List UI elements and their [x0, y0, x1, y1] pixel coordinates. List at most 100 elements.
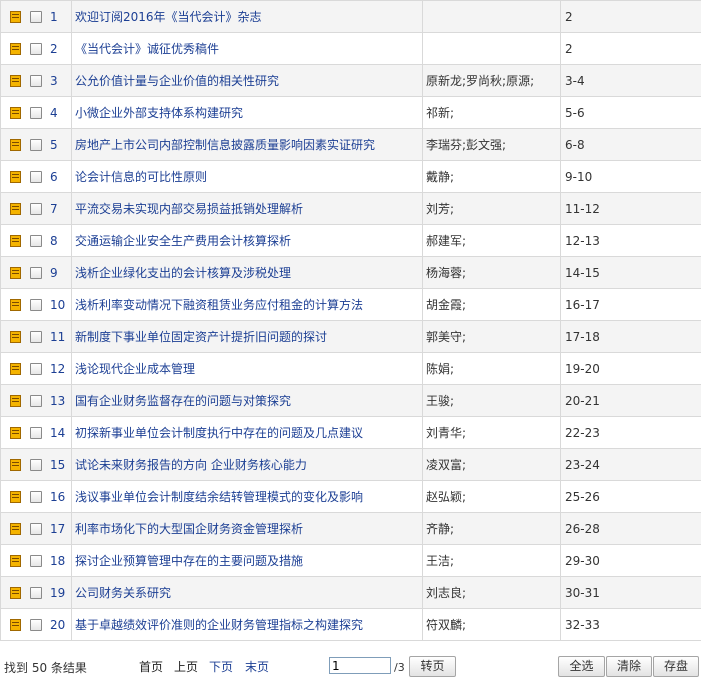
- article-title-link[interactable]: 利率市场化下的大型国企财务资金管理探析: [75, 522, 303, 536]
- go-to-page-button[interactable]: 转页: [409, 656, 456, 677]
- article-title-link[interactable]: 试论未来财务报告的方向 企业财务核心能力: [75, 458, 307, 472]
- row-select-cell: 6: [0, 160, 72, 193]
- row-select-group: 12: [2, 354, 71, 384]
- row-select-cell: 7: [0, 192, 72, 225]
- document-icon[interactable]: [10, 394, 21, 407]
- article-title-link[interactable]: 交通运输企业安全生产费用会计核算探析: [75, 234, 291, 248]
- row-checkbox[interactable]: [30, 106, 42, 119]
- row-select-group: 1: [2, 2, 71, 32]
- row-checkbox[interactable]: [30, 618, 42, 631]
- document-icon[interactable]: [10, 362, 21, 375]
- article-title-link[interactable]: 公司财务关系研究: [75, 586, 171, 600]
- row-checkbox[interactable]: [30, 586, 42, 599]
- next-page-link[interactable]: 下页: [209, 658, 233, 675]
- document-icon[interactable]: [10, 458, 21, 471]
- row-select-group: 13: [2, 386, 71, 416]
- table-row: 6 论会计信息的可比性原则 戴静; 9-10: [0, 160, 701, 193]
- row-checkbox[interactable]: [30, 170, 42, 183]
- article-title-link[interactable]: 公允价值计量与企业价值的相关性研究: [75, 74, 279, 88]
- table-row: 12 浅论现代企业成本管理 陈娟; 19-20: [0, 352, 701, 385]
- row-checkbox[interactable]: [30, 10, 42, 23]
- article-title-link[interactable]: 小微企业外部支持体系构建研究: [75, 106, 243, 120]
- row-checkbox[interactable]: [30, 362, 42, 375]
- select-all-button[interactable]: 全选: [558, 656, 605, 677]
- save-button[interactable]: 存盘: [653, 656, 699, 677]
- first-page-link[interactable]: 首页: [139, 658, 163, 675]
- page-number-input[interactable]: [329, 657, 391, 674]
- last-page-link[interactable]: 末页: [245, 658, 269, 675]
- document-icon[interactable]: [10, 234, 21, 247]
- author-cell: 刘芳;: [422, 192, 561, 225]
- document-icon[interactable]: [10, 298, 21, 311]
- author-cell: 陈娟;: [422, 352, 561, 385]
- row-checkbox[interactable]: [30, 266, 42, 279]
- row-checkbox[interactable]: [30, 458, 42, 471]
- row-checkbox[interactable]: [30, 426, 42, 439]
- row-checkbox[interactable]: [30, 394, 42, 407]
- clear-button[interactable]: 清除: [606, 656, 652, 677]
- row-number: 12: [50, 361, 66, 376]
- article-title-link[interactable]: 房地产上市公司内部控制信息披露质量影响因素实证研究: [75, 138, 375, 152]
- document-icon[interactable]: [10, 586, 21, 599]
- document-icon[interactable]: [10, 426, 21, 439]
- row-checkbox[interactable]: [30, 490, 42, 503]
- table-row: 11 新制度下事业单位固定资产计提折旧问题的探讨 郭美守; 17-18: [0, 320, 701, 353]
- title-cell: 欢迎订阅2016年《当代会计》杂志: [71, 0, 423, 33]
- row-checkbox[interactable]: [30, 74, 42, 87]
- pages-cell: 25-26: [560, 480, 701, 513]
- row-checkbox[interactable]: [30, 234, 42, 247]
- row-checkbox[interactable]: [30, 554, 42, 567]
- document-icon[interactable]: [10, 554, 21, 567]
- table-row: 14 初探新事业单位会计制度执行中存在的问题及几点建议 刘青华; 22-23: [0, 416, 701, 449]
- document-icon[interactable]: [10, 170, 21, 183]
- table-row: 16 浅议事业单位会计制度结余结转管理模式的变化及影响 赵弘颖; 25-26: [0, 480, 701, 513]
- document-icon[interactable]: [10, 266, 21, 279]
- title-cell: 试论未来财务报告的方向 企业财务核心能力: [71, 448, 423, 481]
- article-title-link[interactable]: 新制度下事业单位固定资产计提折旧问题的探讨: [75, 330, 327, 344]
- document-icon[interactable]: [10, 10, 21, 23]
- document-icon[interactable]: [10, 618, 21, 631]
- article-title-link[interactable]: 浅析企业绿化支出的会计核算及涉税处理: [75, 266, 291, 280]
- row-checkbox[interactable]: [30, 138, 42, 151]
- article-title-link[interactable]: 论会计信息的可比性原则: [75, 170, 207, 184]
- document-icon[interactable]: [10, 202, 21, 215]
- article-title-link[interactable]: 《当代会计》诚征优秀稿件: [75, 42, 219, 56]
- row-select-cell: 4: [0, 96, 72, 129]
- row-number: 13: [50, 393, 66, 408]
- row-select-cell: 3: [0, 64, 72, 97]
- document-icon[interactable]: [10, 330, 21, 343]
- author-cell: 齐静;: [422, 512, 561, 545]
- document-icon[interactable]: [10, 490, 21, 503]
- document-icon[interactable]: [10, 138, 21, 151]
- article-title-link[interactable]: 平流交易未实现内部交易损益抵销处理解析: [75, 202, 303, 216]
- row-checkbox[interactable]: [30, 298, 42, 311]
- pages-cell: 23-24: [560, 448, 701, 481]
- row-checkbox[interactable]: [30, 202, 42, 215]
- row-checkbox[interactable]: [30, 42, 42, 55]
- article-title-link[interactable]: 基于卓越绩效评价准则的企业财务管理指标之构建探究: [75, 618, 363, 632]
- article-title-link[interactable]: 欢迎订阅2016年《当代会计》杂志: [75, 10, 262, 24]
- row-select-cell: 17: [0, 512, 72, 545]
- row-checkbox[interactable]: [30, 330, 42, 343]
- article-title-link[interactable]: 浅析利率变动情况下融资租赁业务应付租金的计算方法: [75, 298, 363, 312]
- row-checkbox[interactable]: [30, 522, 42, 535]
- title-cell: 浅议事业单位会计制度结余结转管理模式的变化及影响: [71, 480, 423, 513]
- author-cell: 戴静;: [422, 160, 561, 193]
- row-select-cell: 19: [0, 576, 72, 609]
- document-icon[interactable]: [10, 42, 21, 55]
- document-icon[interactable]: [10, 106, 21, 119]
- row-number: 8: [50, 233, 58, 248]
- article-title-link[interactable]: 国有企业财务监督存在的问题与对策探究: [75, 394, 291, 408]
- article-title-link[interactable]: 初探新事业单位会计制度执行中存在的问题及几点建议: [75, 426, 363, 440]
- row-select-group: 18: [2, 546, 71, 576]
- pages-cell: 17-18: [560, 320, 701, 353]
- document-icon[interactable]: [10, 522, 21, 535]
- article-title-link[interactable]: 浅论现代企业成本管理: [75, 362, 195, 376]
- article-title-link[interactable]: 探讨企业预算管理中存在的主要问题及措施: [75, 554, 303, 568]
- document-icon[interactable]: [10, 74, 21, 87]
- article-title-link[interactable]: 浅议事业单位会计制度结余结转管理模式的变化及影响: [75, 490, 363, 504]
- author-cell: 刘青华;: [422, 416, 561, 449]
- title-cell: 平流交易未实现内部交易损益抵销处理解析: [71, 192, 423, 225]
- row-number: 3: [50, 73, 58, 88]
- prev-page-link[interactable]: 上页: [174, 658, 198, 675]
